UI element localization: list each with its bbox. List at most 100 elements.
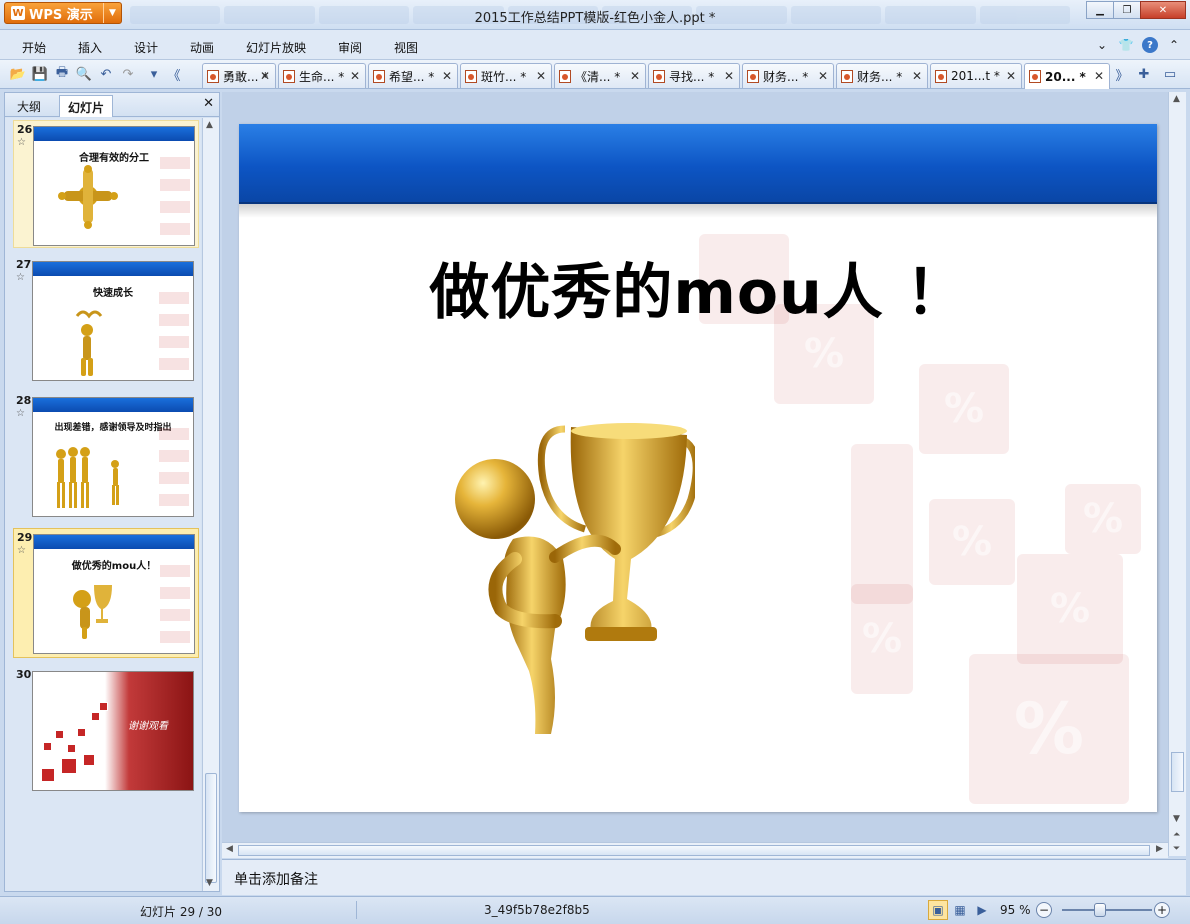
ppt-file-icon: [207, 69, 219, 83]
slide-thumbnail[interactable]: 26 ☆ 合理有效的分工: [13, 120, 199, 248]
scrollbar-thumb[interactable]: [1171, 752, 1184, 792]
ppt-file-icon: [653, 69, 665, 83]
slides-panel: 大纲 幻灯片 ✕ 26 ☆ 合理有效的分工 27 ☆ 快速成长 28 ☆ 出现差…: [4, 92, 220, 892]
redo-icon[interactable]: ↷: [120, 66, 136, 82]
slide-thumbnail-list: 26 ☆ 合理有效的分工 27 ☆ 快速成长 28 ☆ 出现差错，感谢领导及时指…: [5, 118, 201, 891]
doc-tab[interactable]: 寻找... * ✕: [648, 63, 740, 88]
panel-scrollbar[interactable]: ▲ ▼: [202, 118, 219, 891]
slide-title[interactable]: 做优秀的mou人 ！: [239, 244, 1157, 331]
minimize-button[interactable]: ▁: [1086, 1, 1114, 19]
toolbar-dropdown-icon[interactable]: ▾: [146, 66, 162, 82]
panel-tabs: 大纲 幻灯片 ✕: [5, 93, 219, 117]
gold-figure-trophy-image: [73, 585, 112, 639]
menu-insert[interactable]: 插入: [78, 39, 102, 56]
new-tab-plus-icon[interactable]: ✚: [1136, 66, 1152, 82]
scroll-down-icon[interactable]: ▼: [1173, 814, 1180, 824]
scroll-up-icon[interactable]: ▲: [1173, 94, 1180, 104]
slide-thumbnail[interactable]: 30 谢谢观看: [13, 666, 199, 794]
scrollbar-thumb[interactable]: [238, 845, 1150, 856]
collapse-ribbon-icon[interactable]: ⌃: [1166, 37, 1182, 53]
notes-pane[interactable]: 单击添加备注: [222, 859, 1186, 895]
open-folder-icon[interactable]: 📂: [10, 66, 26, 82]
doc-tab[interactable]: 财务... * ✕: [742, 63, 834, 88]
skin-shirt-icon[interactable]: 👕: [1118, 37, 1134, 53]
menu-animation[interactable]: 动画: [190, 39, 214, 56]
scroll-up-icon[interactable]: ▲: [206, 120, 213, 130]
close-tab-icon[interactable]: ✕: [818, 69, 828, 83]
chevron-down-icon[interactable]: ⌄: [1094, 37, 1110, 53]
notes-placeholder[interactable]: 单击添加备注: [234, 869, 318, 889]
tabs-scroll-left-icon[interactable]: 《: [166, 66, 182, 84]
scroll-down-icon[interactable]: ▼: [206, 878, 213, 888]
slide-thumbnail[interactable]: 28 ☆ 出现差错，感谢领导及时指出: [13, 392, 199, 520]
ppt-file-icon: [465, 69, 477, 83]
close-tab-icon[interactable]: ✕: [536, 69, 546, 83]
close-tab-icon[interactable]: ✕: [1006, 69, 1016, 83]
save-icon[interactable]: 💾: [32, 66, 48, 82]
slide-editing-area: % % % % % % % 做优秀的mou人 ！: [222, 92, 1168, 844]
slideshow-view-icon[interactable]: ▶: [972, 900, 992, 920]
tab-outline[interactable]: 大纲: [9, 95, 49, 117]
title-bar: W WPS 演示 ▼ 2015工作总结PPT模版-红色小金人.ppt * ▁ ❐…: [0, 0, 1190, 30]
window-title: 2015工作总结PPT模版-红色小金人.ppt *: [474, 11, 716, 26]
menu-design[interactable]: 设计: [134, 39, 158, 56]
close-tab-icon[interactable]: ✕: [630, 69, 640, 83]
slide-sorter-view-icon[interactable]: ▦: [950, 900, 970, 920]
slide-header-band: [239, 124, 1157, 204]
ppt-file-icon: [935, 69, 947, 83]
zoom-slider-knob[interactable]: [1094, 903, 1106, 917]
status-bar: 幻灯片 29 / 30 3_49f5b78e2f8b5 ▣ ▦ ▶ 95 % −…: [0, 896, 1190, 924]
previous-slide-icon[interactable]: ⏶: [1173, 830, 1180, 840]
ppt-file-icon: [373, 69, 385, 83]
close-tab-icon[interactable]: ✕: [350, 69, 360, 83]
scroll-right-icon[interactable]: ▶: [1156, 844, 1163, 854]
doc-tab[interactable]: 201...t * ✕: [930, 63, 1022, 88]
gold-figure-trophy-image[interactable]: [455, 409, 695, 739]
doc-tab[interactable]: 《清... * ✕: [554, 63, 646, 88]
doc-tab[interactable]: 生命... * ✕: [278, 63, 366, 88]
gold-figures-line-image: [56, 447, 119, 508]
doc-tab[interactable]: 斑竹... * ✕: [460, 63, 552, 88]
close-tab-icon[interactable]: ✕: [442, 69, 452, 83]
doc-tab[interactable]: 希望... * ✕: [368, 63, 458, 88]
zoom-slider-track[interactable]: [1062, 909, 1152, 911]
quick-access-toolbar: 📂 💾 🖶 🔍 ↶ ↷ ▾ 《 勇敢... * ✕ 生命... * ✕ 希望... …: [0, 60, 1190, 89]
slide-preview: 谢谢观看: [32, 671, 194, 791]
close-tab-icon[interactable]: ✕: [260, 69, 270, 83]
next-slide-icon[interactable]: ⏷: [1173, 844, 1180, 854]
slide-thumbnail[interactable]: 27 ☆ 快速成长: [13, 256, 199, 384]
close-tab-icon[interactable]: ✕: [724, 69, 734, 83]
undo-icon[interactable]: ↶: [98, 66, 114, 82]
normal-view-icon[interactable]: ▣: [928, 900, 948, 920]
close-panel-icon[interactable]: ✕: [203, 96, 214, 111]
tab-list-icon[interactable]: ▭: [1162, 66, 1178, 82]
animation-star-icon: ☆: [17, 137, 26, 148]
gold-figures-puzzle-image: [58, 165, 118, 229]
menu-view[interactable]: 视图: [394, 39, 418, 56]
slide-horizontal-scrollbar[interactable]: ◀ ▶: [222, 842, 1168, 858]
scroll-left-icon[interactable]: ◀: [226, 844, 233, 854]
maximize-button[interactable]: ❐: [1113, 1, 1141, 19]
close-tab-icon[interactable]: ✕: [912, 69, 922, 83]
menu-slideshow[interactable]: 幻灯片放映: [246, 39, 306, 56]
animation-star-icon: ☆: [16, 272, 25, 283]
current-slide[interactable]: % % % % % % % 做优秀的mou人 ！: [239, 124, 1157, 812]
close-tab-icon[interactable]: ✕: [1094, 69, 1104, 83]
help-icon[interactable]: ?: [1142, 37, 1158, 53]
tab-slides[interactable]: 幻灯片: [59, 95, 114, 117]
ppt-file-icon: [559, 69, 571, 83]
zoom-out-icon[interactable]: −: [1036, 902, 1052, 918]
print-preview-icon[interactable]: 🔍: [76, 66, 92, 82]
print-icon[interactable]: 🖶: [54, 65, 70, 82]
doc-tab[interactable]: 勇敢... * ✕: [202, 63, 276, 88]
scrollbar-thumb[interactable]: [205, 773, 217, 883]
menu-review[interactable]: 审阅: [338, 39, 362, 56]
doc-tab-active[interactable]: 20... * ✕: [1024, 63, 1110, 89]
close-window-button[interactable]: ✕: [1140, 1, 1186, 19]
tabs-scroll-right-icon[interactable]: 》: [1114, 66, 1130, 84]
zoom-in-icon[interactable]: +: [1154, 902, 1170, 918]
doc-tab[interactable]: 财务... * ✕: [836, 63, 928, 88]
slide-vertical-scrollbar[interactable]: ▲ ▼ ⏶ ⏷: [1168, 92, 1186, 856]
slide-thumbnail-selected[interactable]: 29 ☆ 做优秀的mou人！: [13, 528, 199, 658]
menu-start[interactable]: 开始: [22, 39, 46, 56]
